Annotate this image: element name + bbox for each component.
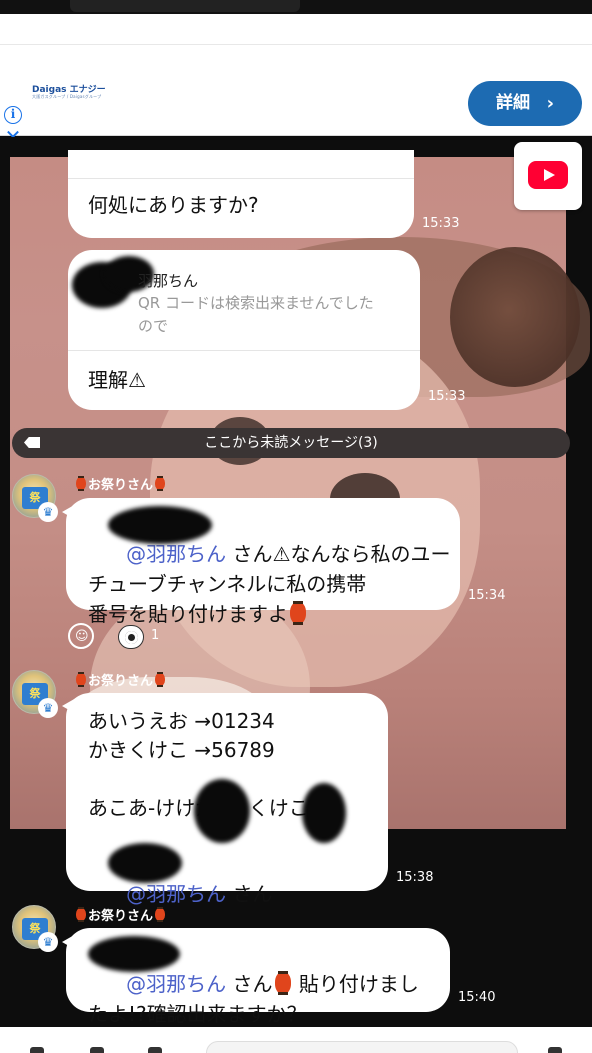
message-bubble[interactable]: あいうえお →01234 かきくけこ →56789 あこあ-けけかえ- くけこお… [66, 693, 388, 906]
lantern-icon [290, 601, 306, 625]
unread-divider-label: ここから未読メッセージ(3) [204, 435, 378, 451]
image-icon[interactable] [148, 1047, 162, 1053]
chevron-right-icon: › [546, 93, 554, 114]
text-part: たよ!?確認出来ますか？ [88, 1002, 307, 1026]
redaction [88, 936, 180, 972]
reaction-sticker-icon[interactable] [118, 625, 144, 649]
message-time: 15:40 [458, 990, 496, 1005]
quote-sender: 羽那ちん [138, 272, 199, 290]
mention-link[interactable]: @羽那ちん [126, 882, 226, 906]
text-part: 貼り付けまし [292, 972, 419, 996]
message-bubble[interactable]: @羽那ちん さん 貼り付けましたよ!?確認出来ますか？ [66, 928, 450, 1026]
redaction [194, 779, 250, 843]
youtube-button[interactable] [514, 142, 582, 210]
lantern-icon [76, 672, 86, 687]
message-line: かきくけこ →56789 [88, 738, 275, 762]
message-time: 15:34 [468, 588, 506, 603]
youtube-icon [528, 161, 568, 189]
message-bubble[interactable]: 何処にありますか? [68, 150, 414, 238]
mention-link[interactable]: @羽那ちん [126, 542, 226, 566]
message-time: 15:38 [396, 870, 434, 885]
redaction [108, 843, 182, 883]
message-bubble[interactable]: @羽那ちん さん⚠なんなら私のユーチューブチャンネルに私の携帯 番号を貼り付けま… [66, 498, 460, 626]
reaction-count: 1 [151, 628, 160, 643]
lantern-icon [274, 971, 291, 995]
shock-face-icon [125, 631, 138, 644]
sender-label: お祭りさん [88, 909, 154, 924]
message-time: 15:33 [422, 216, 460, 231]
crown-icon: ♛ [38, 932, 58, 952]
ad-detail-label: 詳細 [496, 93, 530, 113]
reply-bubble[interactable]: 羽那ちん QR コードは検索出来ませんでした ので 理解⚠ [68, 250, 420, 410]
text-part: さん [226, 972, 273, 996]
info-icon[interactable]: i [4, 106, 22, 124]
lantern-icon [155, 672, 166, 687]
text-part: さん⚠なんなら私のユ [226, 542, 431, 566]
crown-icon: ♛ [38, 502, 58, 522]
sender-name[interactable]: お祭りさん [74, 905, 167, 924]
ad-banner[interactable]: Daigas エナジー 大阪ガスグループ / Daigasグループ i ✕ 詳細… [0, 14, 592, 147]
quote-text: QR コードは検索出来ませんでした ので [138, 294, 374, 335]
mic-icon[interactable] [548, 1047, 562, 1053]
wallpaper-shape [450, 247, 580, 387]
ad-detail-button[interactable]: 詳細 › [468, 81, 582, 126]
crown-icon: ♛ [38, 698, 58, 718]
message-line: あいうえお →01234 [88, 709, 275, 733]
redaction [108, 506, 212, 544]
mention-link[interactable]: @羽那ちん [126, 972, 226, 996]
reply-text: 理解⚠ [88, 368, 146, 392]
status-strip [0, 0, 592, 14]
unread-divider: ここから未読メッセージ(3) [12, 428, 570, 458]
camera-icon[interactable] [90, 1047, 104, 1053]
screen: Daigas エナジー 大阪ガスグループ / Daigasグループ i ✕ 詳細… [0, 0, 592, 1053]
sender-name[interactable]: お祭りさん [74, 474, 167, 493]
input-bar [0, 1027, 592, 1053]
tag-icon [24, 437, 40, 448]
sender-name[interactable]: お祭りさん [74, 670, 167, 689]
message-input[interactable] [206, 1041, 518, 1053]
status-ghost [70, 0, 300, 12]
quote-block[interactable]: 羽那ちん QR コードは検索出来ませんでした ので [68, 250, 420, 351]
sender-label: お祭りさん [88, 674, 154, 689]
bubble-divider [68, 178, 414, 179]
add-reaction-icon[interactable]: ☺ [68, 623, 94, 649]
message-text: 何処にありますか? [88, 193, 259, 217]
lantern-icon [155, 476, 166, 491]
smile-icon: ☺ [75, 629, 89, 644]
sender-label: お祭りさん [88, 478, 154, 493]
plus-icon[interactable] [30, 1047, 44, 1053]
lantern-icon [76, 476, 86, 491]
message-time: 15:33 [428, 389, 466, 404]
text-part: さん [226, 882, 273, 906]
lantern-icon [155, 907, 166, 922]
redaction [302, 783, 346, 843]
lantern-icon [76, 907, 86, 922]
ad-brand-sub: 大阪ガスグループ / Daigasグループ [32, 94, 102, 99]
